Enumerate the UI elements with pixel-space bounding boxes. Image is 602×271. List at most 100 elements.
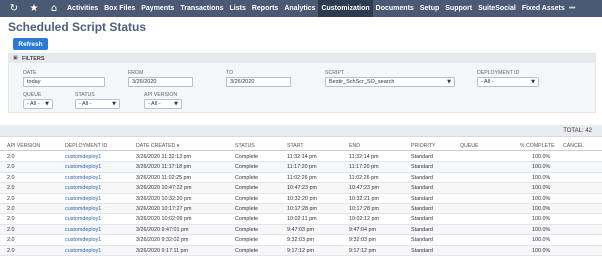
cell-api-version: 2.0: [7, 185, 15, 192]
cell-status: Complete: [235, 174, 259, 181]
cell-start: 11:17:20 pm: [287, 164, 317, 171]
cell-status: Complete: [235, 195, 259, 202]
col-queue[interactable]: QUEUE: [460, 143, 478, 149]
chevron-down-icon: ▼: [447, 79, 451, 85]
home-icon[interactable]: ⌂: [44, 0, 64, 17]
nav-documents[interactable]: Documents: [373, 0, 417, 17]
nav-box-files[interactable]: Box Files: [101, 0, 138, 17]
cell-priority: Standard: [411, 174, 433, 181]
cell-end: 9:47:04 pm: [349, 226, 376, 233]
cell-percent-complete: 100.0%: [532, 195, 551, 202]
col-deployment-id[interactable]: DEPLOYMENT ID: [65, 143, 107, 149]
to-label: TO: [226, 70, 234, 76]
filters-header[interactable]: ▣ FILTERS: [9, 54, 595, 63]
cell-deployment-link[interactable]: customdeploy1: [65, 227, 101, 233]
cell-start: 9:17:12 pm: [287, 247, 314, 254]
history-icon[interactable]: ↻: [4, 0, 24, 17]
queue-label: QUEUE: [23, 92, 42, 98]
table-row: 2.0 customdeploy1 3/26/2020 9:17:11 pm C…: [0, 245, 602, 256]
nav-suitesocial[interactable]: SuiteSocial: [475, 0, 519, 17]
cell-deployment-link[interactable]: customdeploy1: [65, 185, 101, 191]
cell-end: 11:02:26 pm: [349, 174, 379, 181]
col-percent-complete[interactable]: % COMPLETE: [520, 143, 555, 149]
cell-end: 10:32:21 pm: [349, 195, 379, 202]
star-icon[interactable]: ★: [24, 0, 44, 17]
cell-end: 11:17:20 pm: [349, 164, 379, 171]
cell-deployment-link[interactable]: customdeploy1: [65, 237, 101, 243]
cell-percent-complete: 100.0%: [532, 185, 551, 192]
more-menu-icon[interactable]: ••••: [569, 5, 576, 12]
cell-api-version: 2.0: [7, 195, 15, 202]
cell-priority: Standard: [411, 237, 433, 244]
to-input[interactable]: 3/26/2020: [226, 77, 291, 87]
cell-end: 10:17:28 pm: [349, 206, 379, 212]
cell-deployment-link[interactable]: customdeploy1: [65, 248, 101, 254]
cell-percent-complete: 100.0%: [532, 174, 551, 181]
refresh-button[interactable]: Refresh: [13, 38, 48, 50]
chevron-down-icon: ▼: [112, 101, 116, 107]
from-input[interactable]: 3/26/2020: [128, 77, 193, 87]
nav-setup[interactable]: Setup: [417, 0, 442, 17]
cell-start: 11:32:14 pm: [287, 154, 317, 160]
cell-percent-complete: 100.0%: [532, 237, 551, 244]
queue-select[interactable]: - All - ▼: [23, 99, 53, 109]
nav-payments[interactable]: Payments: [138, 0, 177, 17]
nav-customization[interactable]: Customization: [318, 0, 373, 17]
nav-fixed-assets[interactable]: Fixed Assets: [519, 0, 568, 17]
cell-date-created: 3/26/2020 9:47:01 pm: [136, 226, 189, 233]
status-select-value: - All -: [79, 101, 92, 107]
cell-start: 10:17:28 pm: [287, 206, 317, 212]
cell-start: 9:32:03 pm: [287, 237, 314, 244]
table-row: 2.0 customdeploy1 3/26/2020 10:17:27 pm …: [0, 204, 602, 215]
cell-deployment-link[interactable]: customdeploy1: [65, 196, 101, 202]
cell-deployment-link[interactable]: customdeploy1: [65, 154, 101, 160]
nav-activities[interactable]: Activities: [64, 0, 101, 17]
col-priority[interactable]: PRIORITY: [411, 143, 436, 149]
cell-deployment-link[interactable]: customdeploy1: [65, 206, 101, 212]
nav-transactions[interactable]: Transactions: [177, 0, 226, 17]
cell-deployment-link[interactable]: customdeploy1: [65, 164, 101, 170]
col-cancel[interactable]: CANCEL: [563, 143, 584, 149]
deployment-select[interactable]: - All - ▼: [477, 77, 539, 87]
col-start[interactable]: START: [287, 143, 304, 149]
table-row: 2.0 customdeploy1 3/26/2020 9:47:01 pm C…: [0, 224, 602, 236]
status-select[interactable]: - All - ▼: [75, 99, 120, 109]
col-date-created[interactable]: DATE CREATED ▾: [136, 143, 179, 149]
col-api-version[interactable]: API VERSION: [7, 143, 40, 149]
nav-reports[interactable]: Reports: [249, 0, 281, 17]
cell-date-created: 3/26/2020 10:02:09 pm: [136, 216, 192, 223]
script-select[interactable]: Bestir_SchScr_SO_search ▼: [325, 77, 455, 87]
cell-api-version: 2.0: [7, 237, 15, 244]
cell-date-created: 3/26/2020 9:17:11 pm: [136, 247, 189, 254]
chevron-down-icon: ▼: [45, 101, 49, 107]
cell-deployment-link[interactable]: customdeploy1: [65, 175, 101, 181]
cell-api-version: 2.0: [7, 247, 15, 254]
cell-start: 10:02:11 pm: [287, 216, 317, 223]
cell-api-version: 2.0: [7, 206, 15, 212]
api-version-select[interactable]: - All - ▼: [144, 99, 182, 109]
nav-analytics[interactable]: Analytics: [281, 0, 318, 17]
cell-start: 10:47:23 pm: [287, 185, 317, 192]
cell-status: Complete: [235, 247, 259, 254]
cell-priority: Standard: [411, 216, 433, 223]
filters-panel: ▣ FILTERS DATE today FROM 3/26/2020 TO 3…: [8, 53, 596, 113]
cell-priority: Standard: [411, 185, 433, 192]
collapse-icon[interactable]: ▣: [13, 55, 18, 61]
cell-percent-complete: 100.0%: [532, 206, 551, 212]
nav-support[interactable]: Support: [442, 0, 475, 17]
chevron-down-icon: ▼: [174, 101, 178, 107]
col-end[interactable]: END: [349, 143, 360, 149]
cell-priority: Standard: [411, 195, 433, 202]
status-label: STATUS: [75, 92, 95, 98]
col-status[interactable]: STATUS: [235, 143, 255, 149]
cell-deployment-link[interactable]: customdeploy1: [65, 216, 101, 222]
results-summary-bar: TOTAL: 42: [0, 125, 602, 137]
date-input[interactable]: today: [23, 77, 105, 87]
nav-lists[interactable]: Lists: [227, 0, 249, 17]
cell-date-created: 3/26/2020 10:32:20 pm: [136, 195, 192, 202]
cell-percent-complete: 100.0%: [532, 216, 551, 223]
cell-end: 9:32:03 pm: [349, 237, 376, 244]
cell-priority: Standard: [411, 206, 433, 212]
cell-start: 10:32:20 pm: [287, 195, 317, 202]
cell-status: Complete: [235, 226, 259, 233]
